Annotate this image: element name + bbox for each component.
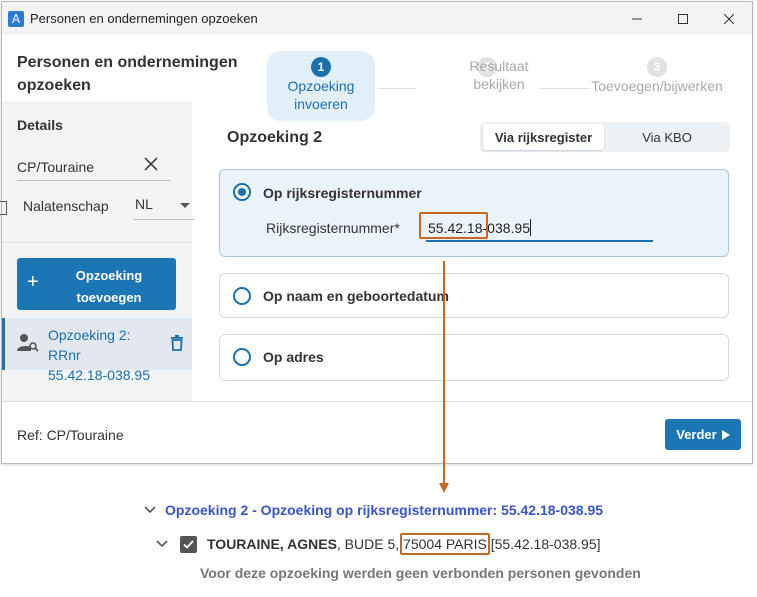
toggle-rijksregister[interactable]: Via rijksregister xyxy=(483,124,604,150)
trash-icon[interactable] xyxy=(170,335,184,351)
text-cursor xyxy=(530,219,531,236)
estate-label: Nalatenschap xyxy=(23,198,109,214)
plus-icon: + xyxy=(27,271,39,293)
wizard-header: Personen en ondernemingen opzoeken 1 Opz… xyxy=(2,35,752,121)
next-button[interactable]: Verder xyxy=(665,419,741,450)
step-label: Resultaat bekijken xyxy=(469,58,529,92)
minimize-button[interactable] xyxy=(614,2,660,35)
radio-rr-number[interactable] xyxy=(233,183,251,201)
close-icon xyxy=(724,13,734,24)
language-value: NL xyxy=(135,196,153,212)
close-window-button[interactable] xyxy=(706,2,752,35)
highlight-box xyxy=(419,212,488,239)
source-toggle: Via rijksregister Via KBO xyxy=(480,122,730,152)
option-rr-number[interactable]: Op rijksregisternummer Rijksregisternumm… xyxy=(219,169,729,257)
minimize-icon xyxy=(632,18,642,19)
result-group-header[interactable]: Opzoeking 2 - Opzoeking op rijksregister… xyxy=(144,500,603,520)
person-city-wrap: 75004 PARIS xyxy=(400,533,490,555)
step-2[interactable]: 2 Resultaat bekijken xyxy=(417,57,557,93)
result-person-row[interactable]: TOURAINE, AGNES, BUDE 5, 75004 PARIS [55… xyxy=(156,533,601,555)
option-rr-label: Op rijksregisternummer xyxy=(263,185,422,201)
rr-field-label: Rijksregisternummer* xyxy=(266,220,400,236)
sidebar: Details CP/Touraine Nalatenschap NL + Op… xyxy=(0,101,194,401)
step-3[interactable]: 3 Toevoegen/bijwerken xyxy=(582,57,732,95)
case-value: CP/Touraine xyxy=(17,159,95,175)
option-name-label: Op naam en geboortedatum xyxy=(263,288,449,304)
person-search-icon xyxy=(17,334,39,352)
search-title: Opzoeking 2 xyxy=(227,129,323,146)
person-checkbox[interactable] xyxy=(180,535,197,553)
next-label: Verder xyxy=(676,427,717,442)
search-item-title: Opzoeking 2: RRnr xyxy=(48,327,131,363)
window-controls xyxy=(614,2,752,35)
check-icon xyxy=(183,539,194,549)
language-select[interactable]: NL xyxy=(134,192,194,220)
app-icon: A xyxy=(8,10,24,27)
annotation-arrow xyxy=(443,261,445,487)
step-connector xyxy=(378,88,416,89)
option-address[interactable]: Op adres xyxy=(219,334,729,381)
maximize-button[interactable] xyxy=(660,2,706,35)
arrow-head-icon xyxy=(439,483,449,493)
no-related-message: Voor deze opzoeking werden geen verbonde… xyxy=(200,565,641,581)
person-details: TOURAINE, AGNES, BUDE 5, 75004 PARIS [55… xyxy=(207,533,601,555)
details-heading: Details xyxy=(17,117,63,133)
add-search-button[interactable]: + Opzoeking toevoegen xyxy=(17,258,176,310)
maximize-icon xyxy=(678,13,688,24)
app-window: A Personen en ondernemingen opzoeken Per… xyxy=(0,1,754,465)
step-label: Toevoegen/bijwerken xyxy=(591,78,723,94)
footer: Ref: CP/Touraine Verder xyxy=(2,401,752,465)
window-title: Personen en ondernemingen opzoeken xyxy=(30,11,258,26)
step-number: 1 xyxy=(311,57,331,77)
page-title: Personen en ondernemingen opzoeken xyxy=(17,54,238,94)
play-icon xyxy=(721,429,730,440)
search-item-text: Opzoeking 2: RRnr 55.42.18-038.95 xyxy=(48,325,160,385)
option-name-birthdate[interactable]: Op naam en geboortedatum xyxy=(219,273,729,318)
main-content: Opzoeking 2 Via rijksregister Via KBO Op… xyxy=(192,101,754,401)
title-bar: A Personen en ondernemingen opzoeken xyxy=(2,2,752,35)
add-search-label: Opzoeking toevoegen xyxy=(75,268,143,305)
radio-name-birthdate[interactable] xyxy=(233,287,251,305)
highlight-box xyxy=(400,533,490,555)
clear-icon[interactable] xyxy=(144,157,158,171)
step-number: 3 xyxy=(647,57,667,77)
chevron-down-icon xyxy=(144,506,156,514)
estate-checkbox[interactable] xyxy=(0,201,7,215)
case-field[interactable]: CP/Touraine xyxy=(17,151,170,181)
person-rr-number: [55.42.18-038.95] xyxy=(490,536,601,552)
reference-text: Ref: CP/Touraine xyxy=(17,427,124,443)
search-item-number: 55.42.18-038.95 xyxy=(48,367,150,383)
toggle-kbo[interactable]: Via KBO xyxy=(604,124,730,150)
chevron-down-icon[interactable] xyxy=(156,540,168,548)
result-group-title: Opzoeking 2 - Opzoeking op rijksregister… xyxy=(165,502,604,518)
chevron-down-icon xyxy=(180,203,190,208)
search-list-item[interactable]: Opzoeking 2: RRnr 55.42.18-038.95 xyxy=(2,318,192,383)
person-name: TOURAINE, AGNES xyxy=(207,536,337,552)
divider xyxy=(2,242,192,243)
option-address-label: Op adres xyxy=(263,349,324,365)
person-street: , BUDE 5, xyxy=(336,536,400,552)
radio-address[interactable] xyxy=(233,348,251,366)
